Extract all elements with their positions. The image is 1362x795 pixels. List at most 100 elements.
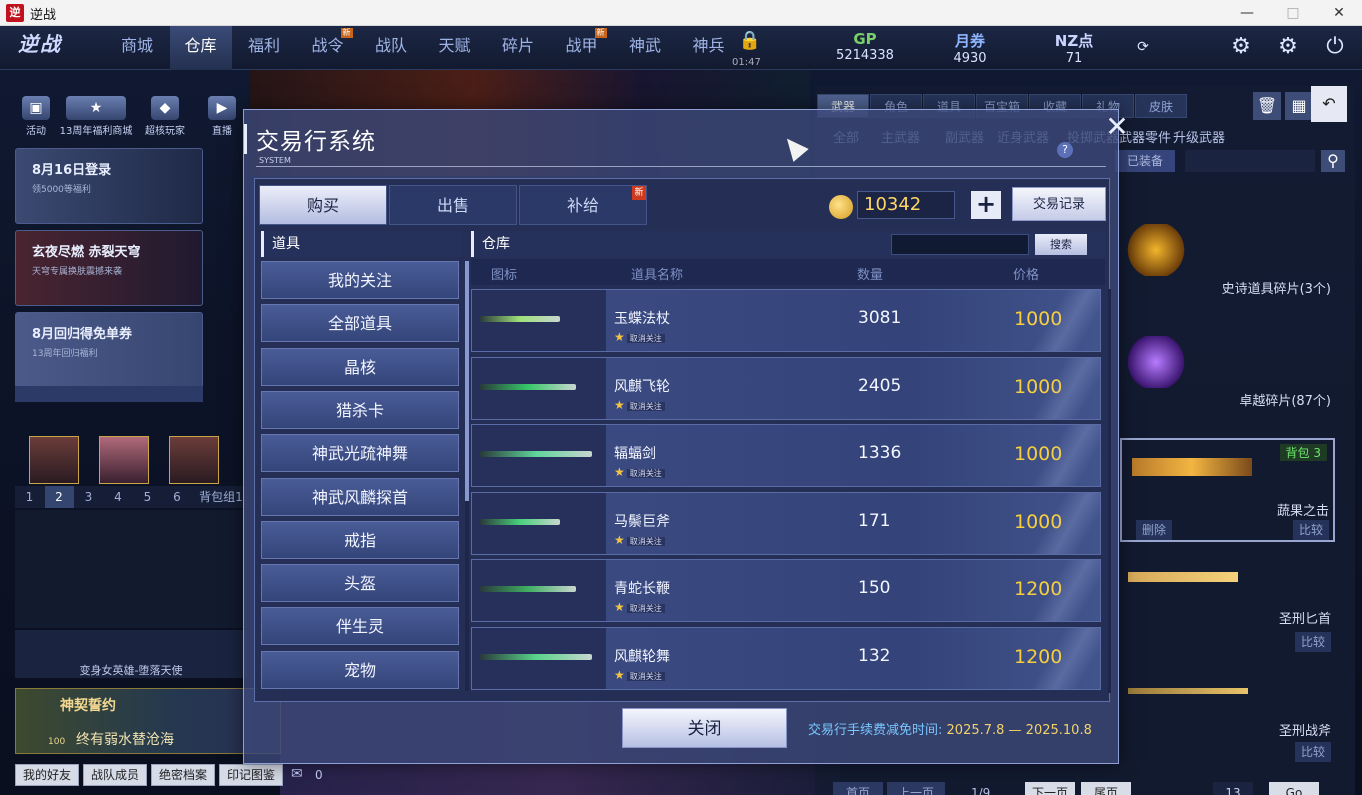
minimize-button[interactable]: — bbox=[1224, 0, 1270, 26]
close-icon[interactable]: ✕ bbox=[1102, 112, 1132, 142]
table-row[interactable]: 风麒飞轮★取消关注24051000 bbox=[471, 356, 1101, 420]
loadout-slot[interactable]: 6 bbox=[163, 486, 192, 508]
tab-buy[interactable]: 购买 bbox=[259, 185, 387, 225]
warehouse-item[interactable]: 圣刑战斧 比较 bbox=[1120, 660, 1335, 764]
category-item[interactable]: 神武风麟探首 bbox=[261, 477, 459, 516]
event-banner[interactable]: 8月回归得免单券 13周年回归福利 bbox=[15, 312, 203, 388]
team-members-button[interactable]: 战队成员 bbox=[83, 764, 147, 786]
nav-item[interactable]: 战队 bbox=[360, 26, 422, 70]
headset-icon[interactable]: ⚙ bbox=[1226, 32, 1256, 62]
category-item[interactable]: 晶核 bbox=[261, 347, 459, 386]
back-icon[interactable]: ↶ bbox=[1311, 86, 1347, 122]
loadout-weapons[interactable] bbox=[15, 510, 247, 628]
nav-item[interactable]: 碎片 bbox=[487, 26, 549, 70]
avatar[interactable] bbox=[29, 436, 79, 484]
go-button[interactable]: Go bbox=[1269, 782, 1319, 795]
nav-item[interactable]: 商城 bbox=[106, 26, 168, 70]
next-page-button[interactable]: 下一页 bbox=[1025, 782, 1075, 795]
category-item[interactable]: 我的关注 bbox=[261, 261, 459, 299]
power-icon[interactable]: ⏻ bbox=[1320, 32, 1350, 62]
first-page-button[interactable]: 首页 bbox=[833, 782, 883, 795]
table-row[interactable]: 辐蝠剑★取消关注13361000 bbox=[471, 424, 1101, 487]
banner-pager[interactable] bbox=[15, 386, 203, 402]
nav-item[interactable]: 战令新 bbox=[297, 26, 359, 70]
avatar[interactable] bbox=[99, 436, 149, 484]
refresh-icon[interactable]: ⟳ bbox=[1128, 32, 1158, 62]
loadout-slot[interactable]: 1 bbox=[15, 486, 44, 508]
super-player-entry[interactable]: ◆ 超核玩家 bbox=[140, 96, 190, 137]
prev-page-button[interactable]: 上一页 bbox=[887, 782, 945, 795]
table-scrollbar[interactable] bbox=[1108, 289, 1111, 693]
favorite-toggle[interactable]: ★ 取消关注 bbox=[614, 668, 665, 682]
category-item[interactable]: 神武光疏神舞 bbox=[261, 434, 459, 473]
loadout-slot[interactable]: 背包组1 bbox=[192, 486, 250, 508]
search-icon[interactable]: ⚲ bbox=[1321, 150, 1345, 172]
favorite-toggle[interactable]: ★ 取消关注 bbox=[614, 600, 665, 614]
warehouse-item[interactable]: 圣刑匕首 比较 bbox=[1120, 548, 1335, 652]
gear-icon[interactable]: ⚙ bbox=[1273, 32, 1303, 62]
warehouse-item[interactable]: 卓越碎片(87个) bbox=[1120, 330, 1335, 434]
close-button[interactable]: 关闭 bbox=[622, 708, 787, 748]
grid-icon[interactable]: ▦ bbox=[1285, 92, 1313, 120]
nav-item[interactable]: 仓库 bbox=[169, 26, 232, 70]
loadout-slot[interactable]: 2 bbox=[44, 486, 74, 508]
activity-entry[interactable]: ▣ 活动 bbox=[18, 96, 54, 137]
trade-record-button[interactable]: 交易记录 bbox=[1012, 187, 1106, 221]
live-entry[interactable]: ▶ 直播 bbox=[204, 96, 240, 137]
favorite-toggle[interactable]: ★ 取消关注 bbox=[614, 330, 665, 344]
warehouse-tab[interactable]: 皮肤 bbox=[1135, 94, 1187, 118]
warehouse-item[interactable]: 史诗道具碎片(3个) bbox=[1120, 218, 1335, 322]
nav-item[interactable]: 战甲新 bbox=[551, 26, 613, 70]
search-button[interactable]: 搜索 bbox=[1035, 234, 1087, 255]
close-window-button[interactable]: ✕ bbox=[1316, 0, 1362, 26]
favorite-toggle[interactable]: ★ 取消关注 bbox=[614, 398, 665, 412]
category-item[interactable]: 宠物 bbox=[261, 650, 459, 689]
delete-button[interactable]: 删除 bbox=[1136, 520, 1173, 540]
loadout-slot[interactable]: 3 bbox=[74, 486, 103, 508]
compare-button[interactable]: 比较 bbox=[1294, 742, 1331, 762]
favorite-toggle[interactable]: ★ 取消关注 bbox=[614, 465, 665, 479]
category-item[interactable]: 伴生灵 bbox=[261, 607, 459, 646]
table-row[interactable]: 青蛇长鞭★取消关注1501200 bbox=[471, 559, 1101, 622]
category-item[interactable]: 全部道具 bbox=[261, 304, 459, 343]
event-banner[interactable]: 8月16日登录 领5000等福利 bbox=[15, 148, 203, 224]
warehouse-search-input[interactable] bbox=[1185, 150, 1315, 172]
pact-banner[interactable]: 神契誓约 终有弱水替沧海 100 bbox=[15, 688, 281, 754]
lock-timer[interactable]: 🔒 01:47 bbox=[730, 26, 770, 70]
loadout-slot[interactable]: 5 bbox=[133, 486, 162, 508]
tab-supply[interactable]: 补给 新 bbox=[519, 185, 647, 225]
category-item[interactable]: 头盔 bbox=[261, 564, 459, 603]
tab-sell[interactable]: 出售 bbox=[389, 185, 517, 225]
table-row[interactable]: 马鬃巨斧★取消关注1711000 bbox=[471, 491, 1101, 555]
goto-page-input[interactable]: 13 bbox=[1213, 782, 1253, 795]
category-scrollbar[interactable] bbox=[465, 261, 469, 691]
maximize-button[interactable]: □ bbox=[1270, 0, 1316, 26]
nav-item[interactable]: 天赋 bbox=[424, 26, 486, 70]
friends-button[interactable]: 我的好友 bbox=[15, 764, 79, 786]
table-row[interactable]: 玉蝶法杖★取消关注30811000 bbox=[471, 289, 1101, 352]
favorite-toggle[interactable]: ★ 取消关注 bbox=[614, 533, 665, 547]
anniversary-shop-entry[interactable]: ★ 13周年福利商城 bbox=[54, 96, 138, 137]
nav-item[interactable]: 福利 bbox=[233, 26, 295, 70]
mark-codex-button[interactable]: 印记图鉴 bbox=[219, 764, 283, 786]
warehouse-item-selected[interactable]: 背包 3 蔬果之击 删除 比较 bbox=[1120, 438, 1335, 542]
category-item[interactable]: 戒指 bbox=[261, 520, 459, 559]
warehouse-subtab[interactable]: 升级武器 bbox=[1173, 127, 1225, 146]
mail-icon[interactable]: ✉ bbox=[291, 766, 303, 782]
last-page-button[interactable]: 尾页 bbox=[1081, 782, 1131, 795]
category-item[interactable]: 猎杀卡 bbox=[261, 390, 459, 429]
compare-button[interactable]: 比较 bbox=[1294, 632, 1331, 652]
loadout-slot[interactable]: 4 bbox=[104, 486, 133, 508]
scrollbar-thumb[interactable] bbox=[465, 261, 469, 501]
secret-files-button[interactable]: 绝密档案 bbox=[151, 764, 215, 786]
avatar[interactable] bbox=[169, 436, 219, 484]
event-banner[interactable]: 玄夜尽燃 赤裂天穹 天穹专属换肤震撼来袭 bbox=[15, 230, 203, 306]
add-coin-button[interactable]: + bbox=[971, 191, 1001, 219]
compare-button[interactable]: 比较 bbox=[1292, 520, 1329, 540]
trash-icon[interactable]: 🗑 bbox=[1253, 92, 1281, 120]
table-row[interactable]: 风麒轮舞★取消关注1321200 bbox=[471, 626, 1101, 690]
help-icon[interactable]: ? bbox=[1057, 142, 1073, 158]
equipped-filter[interactable]: 已装备 bbox=[1115, 150, 1175, 172]
item-search-input[interactable] bbox=[891, 234, 1029, 255]
nav-item[interactable]: 神武 bbox=[614, 26, 676, 70]
